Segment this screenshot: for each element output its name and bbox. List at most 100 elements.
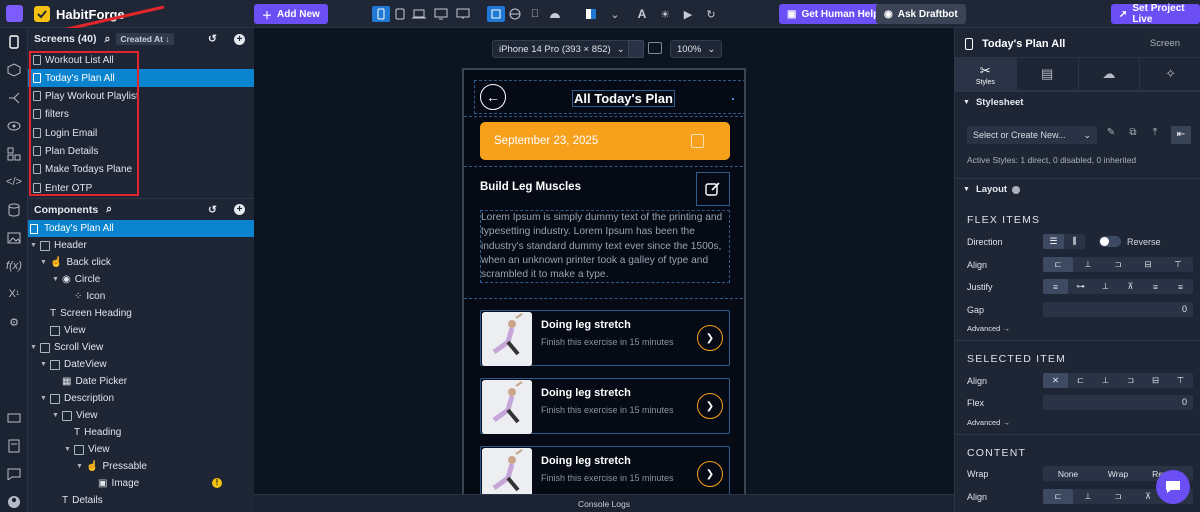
reverse-toggle[interactable] bbox=[1099, 236, 1121, 247]
tab-styles[interactable]: ✂ Styles bbox=[955, 58, 1017, 90]
copy-icon[interactable]: ⧉ bbox=[1125, 127, 1141, 143]
align-end-icon[interactable]: ⊐ bbox=[1118, 373, 1143, 388]
tree-node[interactable]: ⁘ Icon bbox=[74, 288, 105, 305]
docs-icon[interactable] bbox=[6, 438, 22, 454]
set-project-live-button[interactable]: ➚ Set Project Live bbox=[1111, 3, 1200, 25]
device-monitor-icon[interactable] bbox=[432, 6, 450, 22]
device-tablet-icon[interactable] bbox=[391, 6, 409, 22]
align-segments[interactable]: ⊏ ⊥ ⊐ ⊟ ⊤ bbox=[1043, 257, 1193, 272]
direction-row-icon[interactable]: ⫼ bbox=[1064, 234, 1085, 249]
wrap-none-option[interactable]: None bbox=[1043, 466, 1093, 481]
caret-down-icon[interactable]: ▼ bbox=[40, 259, 48, 266]
align-start-icon[interactable]: ⊏ bbox=[1043, 489, 1073, 504]
advanced-link[interactable]: Advanced → bbox=[967, 418, 1010, 427]
device-laptop-icon[interactable] bbox=[410, 6, 428, 22]
history-icon[interactable]: ↺ bbox=[208, 204, 217, 216]
get-human-help-button[interactable]: ▣ Get Human Help bbox=[779, 4, 888, 24]
tree-node[interactable]: ▼ ☝ Back click bbox=[40, 254, 111, 271]
justify-segments[interactable]: ≡ ⊶ ⊥ ⊼ ≡ ≡ bbox=[1043, 279, 1193, 294]
history-icon[interactable]: ↺ bbox=[208, 33, 217, 45]
sort-chip[interactable]: Created At ↓ bbox=[116, 33, 174, 45]
direction-toggle[interactable]: ☰ ⫼ bbox=[1043, 234, 1085, 249]
code-icon[interactable]: </> bbox=[6, 174, 22, 190]
tree-node[interactable]: ▼ ◉ Circle bbox=[52, 271, 100, 288]
device-desktop-icon[interactable] bbox=[454, 6, 472, 22]
tree-node[interactable]: T Screen Heading bbox=[50, 305, 132, 322]
chevron-right-icon[interactable]: ❯ bbox=[697, 325, 723, 351]
add-screen-icon[interactable]: + bbox=[234, 33, 245, 45]
clear-icon[interactable]: ✕ bbox=[1043, 373, 1068, 388]
pencil-icon[interactable]: ✎ bbox=[1103, 127, 1119, 143]
gap-input[interactable]: 0 bbox=[1043, 302, 1193, 317]
tree-node[interactable]: ▦ Date Picker bbox=[62, 373, 127, 390]
flow-icon[interactable] bbox=[6, 90, 22, 106]
search-icon[interactable]: ⌕ bbox=[104, 33, 110, 46]
align-start-icon[interactable]: ⊏ bbox=[1043, 257, 1073, 272]
align-center-icon[interactable]: ⊥ bbox=[1093, 373, 1118, 388]
caret-down-icon[interactable]: ▼ bbox=[30, 242, 38, 249]
settings-gear-icon[interactable]: ⚙ bbox=[6, 314, 22, 330]
tree-node[interactable]: View bbox=[50, 322, 86, 339]
justify-evenly-icon[interactable]: ≡ bbox=[1168, 279, 1193, 294]
justify-end-icon[interactable]: ⊥ bbox=[1093, 279, 1118, 294]
assets-icon[interactable] bbox=[6, 146, 22, 162]
chevron-down-icon[interactable]: ⌄ bbox=[606, 6, 624, 22]
caret-down-icon[interactable]: ▼ bbox=[52, 412, 60, 419]
refresh-icon[interactable]: ↻ bbox=[702, 6, 720, 22]
tab-magic[interactable]: ✧ bbox=[1140, 58, 1200, 90]
chevron-right-icon[interactable]: ❯ bbox=[697, 461, 723, 487]
tab-properties[interactable]: ▤ bbox=[1017, 58, 1079, 90]
tree-node[interactable]: ▼ Scroll View bbox=[30, 339, 103, 356]
caret-down-icon[interactable]: ▼ bbox=[76, 463, 84, 470]
add-component-icon[interactable]: + bbox=[234, 204, 245, 215]
justify-around-icon[interactable]: ≡ bbox=[1143, 279, 1168, 294]
tree-node[interactable]: ▼ Description bbox=[40, 390, 114, 407]
tab-data[interactable]: ☁ bbox=[1079, 58, 1141, 90]
zoom-select[interactable]: 100% ⌄ bbox=[670, 40, 723, 58]
apple-icon[interactable]:  bbox=[526, 6, 544, 22]
tree-node[interactable]: ▼ DateView bbox=[40, 356, 107, 373]
tree-node[interactable]: T Details bbox=[62, 492, 103, 509]
stylesheet-section[interactable]: ▼ Stylesheet bbox=[955, 91, 1200, 113]
chat-bubble-icon[interactable] bbox=[1156, 470, 1190, 504]
align-stretch-icon[interactable]: ⊟ bbox=[1133, 257, 1163, 272]
font-icon[interactable]: A bbox=[633, 6, 651, 22]
flex-input[interactable]: 0 bbox=[1043, 395, 1193, 410]
tree-node[interactable]: ▼ Header bbox=[30, 237, 87, 254]
exercise-card[interactable]: Doing leg stretch Finish this exercise i… bbox=[480, 310, 730, 366]
device-phone-icon[interactable] bbox=[372, 6, 390, 22]
layout-section[interactable]: ▼ Layout bbox=[955, 178, 1200, 200]
web-globe-icon[interactable] bbox=[506, 6, 524, 22]
image-icon[interactable] bbox=[6, 230, 22, 246]
align-baseline-icon[interactable]: ⊤ bbox=[1163, 257, 1193, 272]
justify-center-icon[interactable]: ⊶ bbox=[1068, 279, 1093, 294]
caret-down-icon[interactable]: ▼ bbox=[30, 344, 38, 351]
align-start-icon[interactable]: ⊏ bbox=[1068, 373, 1093, 388]
edit-icon[interactable] bbox=[696, 172, 730, 206]
caret-down-icon[interactable]: ▼ bbox=[40, 395, 48, 402]
tree-node[interactable]: ▼ View bbox=[64, 441, 110, 458]
keyboard-icon[interactable] bbox=[6, 410, 22, 426]
tree-node[interactable]: ▣ Image bbox=[98, 475, 139, 492]
align-center-icon[interactable]: ⊥ bbox=[1073, 489, 1103, 504]
comments-icon[interactable] bbox=[6, 466, 22, 482]
search-icon[interactable]: ⌕ bbox=[106, 203, 112, 216]
device-select[interactable]: iPhone 14 Pro (393 × 852) ⌄ bbox=[492, 40, 632, 58]
caret-down-icon[interactable]: ▼ bbox=[64, 446, 72, 453]
screens-icon[interactable] bbox=[6, 34, 22, 50]
align-center-icon[interactable]: ⊥ bbox=[1073, 257, 1103, 272]
landscape-toggle-icon[interactable] bbox=[648, 42, 662, 54]
function-icon[interactable]: f(x) bbox=[6, 258, 22, 274]
variable-icon[interactable]: X1 bbox=[6, 286, 22, 302]
date-picker[interactable]: September 23, 2025 bbox=[480, 122, 730, 160]
align-end-icon[interactable]: ⊐ bbox=[1103, 489, 1133, 504]
android-icon[interactable] bbox=[546, 6, 564, 22]
eye-icon[interactable] bbox=[6, 118, 22, 134]
exercise-card[interactable]: Doing leg stretch Finish this exercise i… bbox=[480, 378, 730, 434]
fit-screen-icon[interactable] bbox=[487, 6, 505, 22]
theme-swatch-icon[interactable] bbox=[582, 6, 600, 22]
advanced-link[interactable]: Advanced → bbox=[967, 324, 1010, 333]
caret-down-icon[interactable]: ▼ bbox=[40, 361, 48, 368]
play-icon[interactable]: ▶ bbox=[679, 6, 697, 22]
info-icon[interactable] bbox=[1012, 185, 1021, 194]
